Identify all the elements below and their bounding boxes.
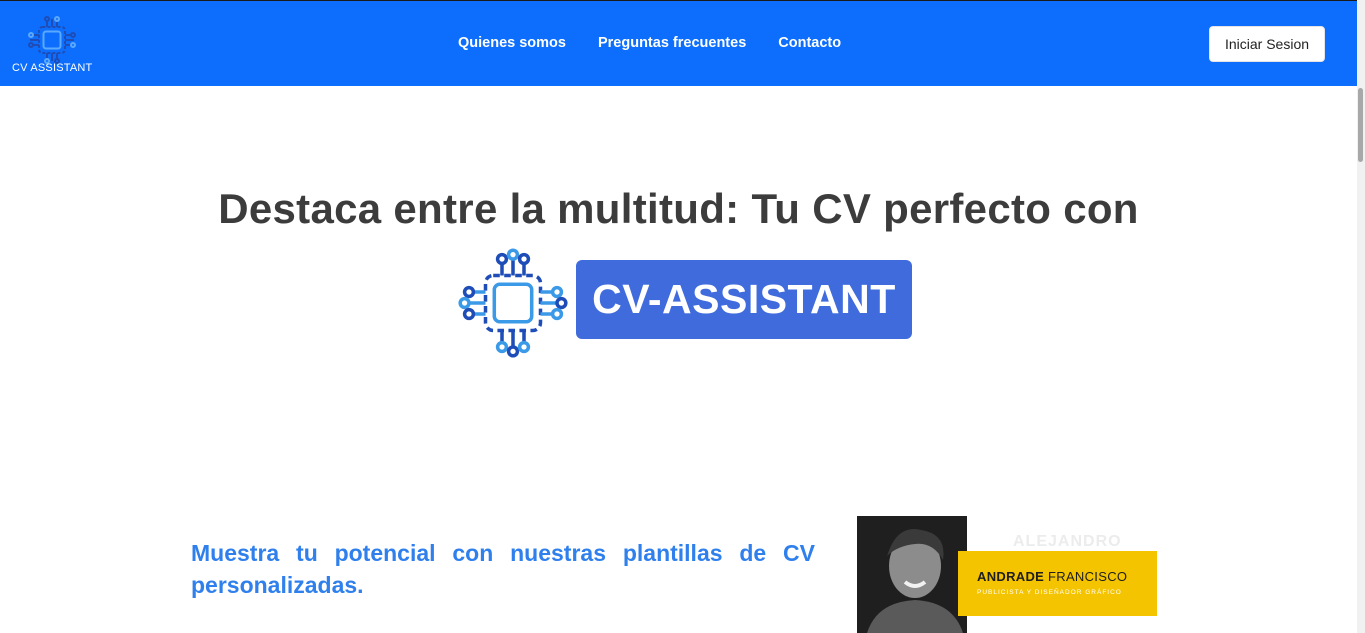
nav-links: Quienes somos Preguntas frecuentes Conta… xyxy=(458,35,841,51)
brand-home-link[interactable]: CV ASSISTANT xyxy=(10,11,96,77)
cv-role: PUBLICISTA Y DISEÑADOR GRÁFICO xyxy=(977,589,1122,596)
chip-circuit-icon xyxy=(28,16,76,64)
scrollbar-thumb[interactable] xyxy=(1358,88,1363,162)
login-button[interactable]: Iniciar Sesion xyxy=(1209,26,1325,62)
page-scrollbar[interactable] xyxy=(1357,0,1365,633)
chip-circuit-icon xyxy=(458,248,568,358)
cv-last-name: FRANCISCO xyxy=(1048,569,1128,584)
navbar: CV ASSISTANT Quienes somos Preguntas fre… xyxy=(0,0,1357,86)
cv-name-card: ANDRADE FRANCISCO PUBLICISTA Y DISEÑADOR… xyxy=(958,551,1157,616)
cv-profile-photo xyxy=(857,516,967,633)
nav-link-preguntas-frecuentes[interactable]: Preguntas frecuentes xyxy=(598,35,746,51)
hero-title: Destaca entre la multitud: Tu CV perfect… xyxy=(218,185,1139,232)
brand-text: CV ASSISTANT xyxy=(12,62,93,74)
cv-template-preview: ALEJANDRO ANDRADE FRANCISCO PUBLICISTA Y… xyxy=(857,516,1157,633)
nav-link-contacto[interactable]: Contacto xyxy=(778,35,841,51)
cv-faded-name: ALEJANDRO xyxy=(1013,533,1122,550)
cv-first-name: ANDRADE xyxy=(977,569,1045,584)
feature-text: Muestra tu potencial con nuestras planti… xyxy=(191,540,815,598)
nav-link-quienes-somos[interactable]: Quienes somos xyxy=(458,35,566,51)
hero-brand-badge: CV-ASSISTANT xyxy=(576,260,912,339)
cv-name: ANDRADE FRANCISCO xyxy=(977,569,1127,584)
